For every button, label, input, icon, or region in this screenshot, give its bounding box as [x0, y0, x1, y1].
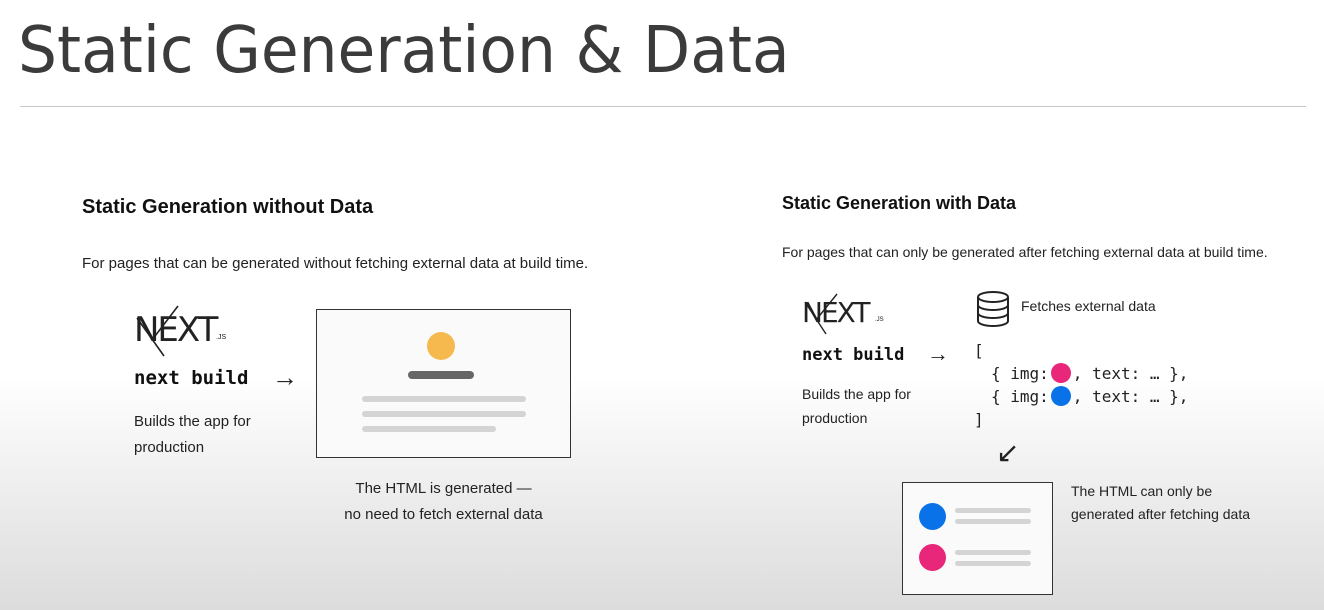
left-heading: Static Generation without Data [82, 196, 374, 218]
right-description: For pages that can only be generated aft… [782, 244, 1268, 260]
right-html-caption: The HTML can only be generated after fet… [1071, 480, 1250, 526]
blue-row-line-2 [955, 519, 1031, 524]
right-html-caption-line1: The HTML can only be [1071, 483, 1213, 499]
right-heading: Static Generation with Data [782, 193, 1017, 213]
pink-row-line-2 [955, 561, 1031, 566]
left-command: next build [134, 367, 249, 389]
title-divider [20, 106, 1306, 107]
left-html-caption: The HTML is generated — no need to fetch… [316, 476, 571, 528]
code-item-1-suffix: , text: … }, [1072, 364, 1189, 383]
fetch-label: Fetches external data [1021, 298, 1156, 314]
data-code-block: [ { img:, text: … }, { img:, text: … }, … [974, 339, 1188, 431]
blue-avatar-circle [919, 503, 946, 530]
right-html-caption-line2: generated after fetching data [1071, 506, 1251, 522]
text-line-2 [362, 411, 526, 417]
right-build-caption-line2: production [802, 410, 868, 426]
text-line-1 [362, 396, 526, 402]
pink-row-line-1 [955, 550, 1031, 555]
pink-image-dot [1050, 363, 1071, 383]
nextjs-logo-small-text: NEXT [802, 296, 870, 329]
pink-avatar-circle [919, 544, 946, 571]
slide-title: Static Generation & Data [18, 14, 790, 88]
code-open-bracket: [ [974, 341, 984, 360]
nextjs-logo: NEXT .JS [134, 304, 244, 357]
left-build-caption-line2: production [134, 439, 205, 456]
code-item-2-suffix: , text: … }, [1072, 387, 1189, 406]
nextjs-logo-text: NEXT [134, 310, 218, 350]
blue-row-line-1 [955, 508, 1031, 513]
code-close-bracket: ] [974, 410, 984, 429]
left-arrow: → [272, 362, 298, 392]
left-build-caption: Builds the app for production [134, 409, 251, 461]
left-description: For pages that can be generated without … [82, 255, 589, 272]
right-command: next build [802, 345, 905, 365]
title-bar [408, 371, 474, 379]
diagonal-arrow: ↙ [996, 437, 1020, 468]
right-arrow: → [927, 341, 949, 366]
right-build-caption: Builds the app for production [802, 382, 911, 430]
code-item-2-prefix: { img: [991, 387, 1049, 406]
left-html-caption-line2: no need to fetch external data [344, 506, 543, 523]
html-page-preview [316, 309, 571, 458]
database-icon [975, 290, 1011, 328]
code-item-1-prefix: { img: [991, 364, 1049, 383]
left-build-caption-line1: Builds the app for [134, 413, 251, 430]
nextjs-logo-suffix: .JS [216, 334, 227, 341]
left-html-caption-line1: The HTML is generated — [355, 480, 532, 497]
nextjs-logo-small: NEXT .JS [802, 292, 892, 336]
nextjs-logo-small-suffix: .JS [875, 317, 884, 323]
code-item-2: { img: , text: … }, [974, 385, 1188, 408]
html-page-with-data [902, 482, 1053, 595]
code-item-1: { img: , text: … }, [974, 362, 1188, 385]
blue-image-dot [1050, 386, 1071, 406]
text-line-3 [362, 426, 496, 432]
avatar-circle-yellow [427, 332, 455, 360]
right-build-caption-line1: Builds the app for [802, 386, 911, 402]
